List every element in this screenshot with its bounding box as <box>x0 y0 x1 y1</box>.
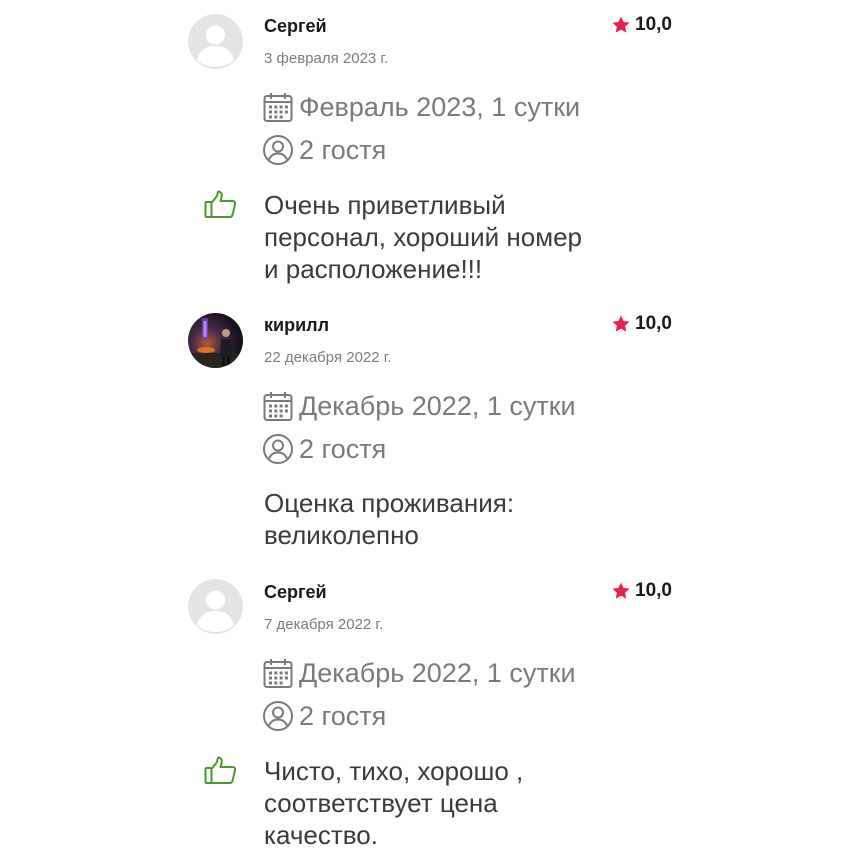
comment-line: Чисто, тихо, хорошо , <box>264 756 524 786</box>
guest-count-text: 2 гостя <box>299 135 387 165</box>
comment-line: Оценка проживания: <box>264 488 515 518</box>
review-rating: 10,0 <box>611 580 672 602</box>
review-date: 7 декабря 2022 г. <box>264 616 384 633</box>
thumbs-up-icon <box>204 190 237 219</box>
review-author[interactable]: кирилл <box>264 314 329 336</box>
review-date: 3 февраля 2023 г. <box>264 50 389 67</box>
rating-value: 10,0 <box>635 313 672 334</box>
guests-icon <box>262 700 294 732</box>
star-icon <box>611 15 631 35</box>
stay-period-text: Декабрь 2022, 1 сутки <box>299 658 576 688</box>
comment-line: великолепно <box>264 520 419 550</box>
star-icon <box>611 314 631 334</box>
guest-count: 2 гостя <box>262 433 386 465</box>
calendar-icon <box>262 390 294 422</box>
stay-period-text: Февраль 2023, 1 сутки <box>299 92 581 122</box>
guest-count-text: 2 гостя <box>299 701 387 731</box>
default-avatar-icon[interactable] <box>188 14 243 69</box>
thumbs-up-icon <box>204 756 237 785</box>
stay-period-text: Декабрь 2022, 1 сутки <box>299 391 576 421</box>
guest-count: 2 гостя <box>262 134 386 166</box>
calendar-icon <box>262 657 294 689</box>
guests-icon <box>262 134 294 166</box>
review-comment: Очень приветливый персонал, хороший номе… <box>264 189 644 285</box>
review-comment: Чисто, тихо, хорошо , соответствует цена… <box>264 755 644 851</box>
star-icon <box>611 581 631 601</box>
rating-value: 10,0 <box>635 14 672 35</box>
guest-count: 2 гостя <box>262 700 386 732</box>
comment-line: и расположение!!! <box>264 254 483 284</box>
guest-count-text: 2 гостя <box>299 434 387 464</box>
guests-icon <box>262 433 294 465</box>
calendar-icon <box>262 91 294 123</box>
comment-line: соответствует цена <box>264 788 498 818</box>
review-rating: 10,0 <box>611 14 672 36</box>
comment-line: персонал, хороший номер <box>264 222 583 252</box>
user-photo[interactable] <box>188 313 243 368</box>
comment-line: качество. <box>264 820 378 850</box>
stay-period: Декабрь 2022, 1 сутки <box>262 657 576 689</box>
review-date: 22 декабря 2022 г. <box>264 349 392 366</box>
rating-value: 10,0 <box>635 580 672 601</box>
review-rating: 10,0 <box>611 313 672 335</box>
review-author[interactable]: Сергей <box>264 15 327 37</box>
comment-line: Очень приветливый <box>264 190 506 220</box>
review-comment: Оценка проживания: великолепно <box>264 487 644 551</box>
default-avatar-icon[interactable] <box>188 579 243 634</box>
stay-period: Декабрь 2022, 1 сутки <box>262 390 576 422</box>
stay-period: Февраль 2023, 1 сутки <box>262 91 580 123</box>
review-author[interactable]: Сергей <box>264 581 327 603</box>
